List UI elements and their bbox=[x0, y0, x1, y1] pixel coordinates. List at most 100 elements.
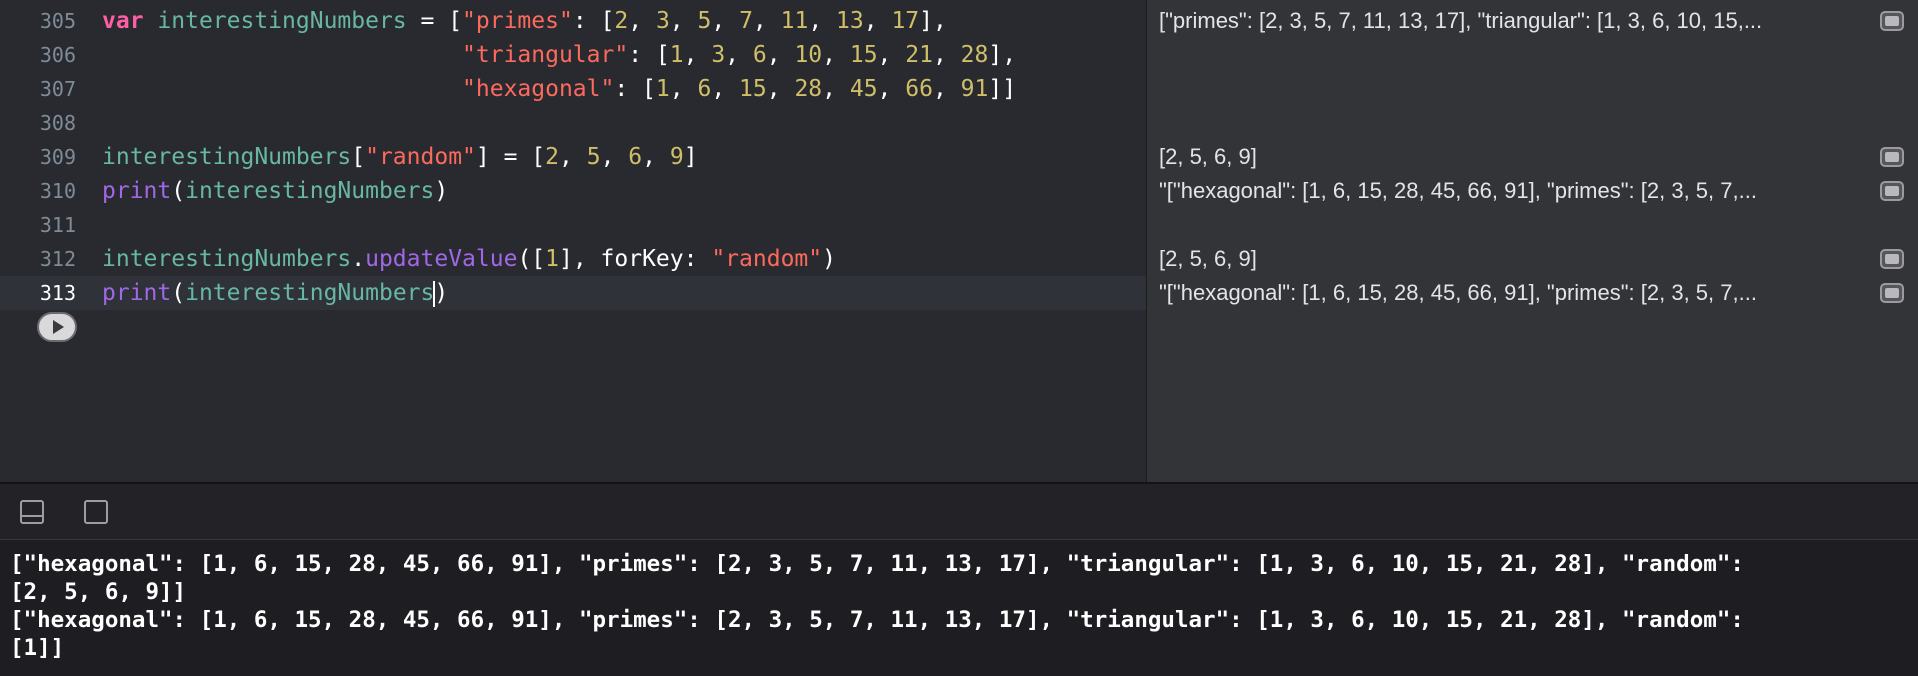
code-token: , bbox=[711, 76, 740, 102]
code-token: , bbox=[863, 8, 892, 34]
code-token: 6 bbox=[628, 144, 643, 170]
line-number: 307 bbox=[39, 77, 76, 101]
code-token: , bbox=[766, 42, 795, 68]
code-token: ) bbox=[434, 178, 449, 204]
code-token: , bbox=[932, 76, 961, 102]
show-panel-icon[interactable] bbox=[84, 500, 108, 524]
code-token: : [ bbox=[572, 8, 615, 34]
code-token: interestingNumbers bbox=[102, 144, 352, 170]
code-token: "random" bbox=[365, 144, 476, 170]
result-value: "["hexagonal": [1, 6, 15, 28, 45, 66, 91… bbox=[1159, 178, 1757, 203]
code-token: : [ bbox=[628, 42, 670, 68]
code-token: , bbox=[877, 42, 906, 68]
code-line[interactable]: 313 print(interestingNumbers) bbox=[0, 276, 1146, 310]
code-token: 2 bbox=[614, 8, 629, 34]
code-editor[interactable]: 305 var interestingNumbers = ["primes": [… bbox=[0, 0, 1146, 482]
code-token: , bbox=[683, 42, 712, 68]
code-text[interactable]: print(interestingNumbers) bbox=[102, 276, 448, 310]
quick-look-icon[interactable] bbox=[1880, 249, 1904, 269]
code-line[interactable]: 306 "triangular": [1, 3, 6, 10, 15, 21, … bbox=[0, 38, 1146, 72]
code-token: 5 bbox=[697, 8, 712, 34]
code-token: 1 bbox=[655, 76, 670, 102]
code-token: 9 bbox=[669, 144, 684, 170]
code-token: 91 bbox=[960, 76, 989, 102]
code-token: ], forKey: bbox=[559, 246, 712, 272]
code-token: , bbox=[822, 42, 850, 68]
code-line[interactable]: 309 interestingNumbers["random"] = [2, 5,… bbox=[0, 140, 1146, 174]
code-token: 15 bbox=[739, 76, 767, 102]
code-token: 5 bbox=[586, 144, 601, 170]
code-token: 6 bbox=[752, 42, 767, 68]
code-token: , bbox=[766, 76, 795, 102]
code-line[interactable]: 312 interestingNumbers.updateValue([1], f… bbox=[0, 242, 1146, 276]
code-text[interactable]: "hexagonal": [1, 6, 15, 28, 45, 66, 91]] bbox=[102, 72, 1016, 106]
code-text[interactable]: interestingNumbers.updateValue([1], forK… bbox=[102, 242, 836, 276]
code-token: ] = [ bbox=[475, 144, 546, 170]
code-token: ) bbox=[822, 246, 836, 272]
result-value: "["hexagonal": [1, 6, 15, 28, 45, 66, 91… bbox=[1159, 280, 1757, 305]
code-token: 2 bbox=[545, 144, 559, 170]
code-token: = [ bbox=[406, 8, 463, 34]
console-area[interactable]: ["hexagonal": [1, 6, 15, 28, 45, 66, 91]… bbox=[0, 540, 1918, 676]
code-token: , bbox=[559, 144, 587, 170]
quick-look-icon[interactable] bbox=[1880, 283, 1904, 303]
code-token: ]] bbox=[988, 76, 1017, 102]
play-icon bbox=[53, 320, 64, 334]
code-text[interactable]: var interestingNumbers = ["primes": [2, … bbox=[102, 4, 947, 38]
result-value: [2, 5, 6, 9] bbox=[1159, 144, 1257, 169]
code-token: 11 bbox=[780, 8, 809, 34]
code-token: , bbox=[669, 76, 698, 102]
code-line[interactable]: 305 var interestingNumbers = ["primes": [… bbox=[0, 4, 1146, 38]
result-value: ["primes": [2, 3, 5, 7, 11, 13, 17], "tr… bbox=[1159, 8, 1763, 33]
code-token: interestingNumbers bbox=[102, 246, 352, 272]
code-token: , bbox=[600, 144, 629, 170]
code-token: , bbox=[808, 8, 837, 34]
code-token: 1 bbox=[545, 246, 559, 272]
console-output: ["hexagonal": [1, 6, 15, 28, 45, 66, 91]… bbox=[10, 551, 1744, 661]
code-line[interactable]: 307 "hexagonal": [1, 6, 15, 28, 45, 66, … bbox=[0, 72, 1146, 106]
code-text[interactable]: "triangular": [1, 3, 6, 10, 15, 21, 28], bbox=[102, 38, 1016, 72]
code-token: ) bbox=[434, 280, 449, 306]
code-line[interactable]: 311 bbox=[0, 208, 1146, 242]
code-token: updateValue bbox=[365, 246, 518, 272]
code-token: interestingNumbers bbox=[185, 280, 435, 306]
code-token: 3 bbox=[655, 8, 670, 34]
code-text[interactable]: interestingNumbers["random"] = [2, 5, 6,… bbox=[102, 140, 698, 174]
code-token: 6 bbox=[697, 76, 712, 102]
code-token: print bbox=[102, 178, 172, 204]
quick-look-icon[interactable] bbox=[1880, 147, 1904, 167]
code-line[interactable]: 310 print(interestingNumbers) bbox=[0, 174, 1146, 208]
code-token: 13 bbox=[836, 8, 864, 34]
code-token: 28 bbox=[794, 76, 823, 102]
code-token: [ bbox=[351, 144, 366, 170]
code-token: , bbox=[711, 8, 740, 34]
results-sidebar: ["primes": [2, 3, 5, 7, 11, 13, 17], "tr… bbox=[1146, 0, 1918, 482]
line-number: 313 bbox=[39, 281, 76, 305]
code-token: 66 bbox=[905, 76, 933, 102]
code-token: . bbox=[351, 246, 366, 272]
line-number: 306 bbox=[39, 43, 76, 67]
result-value: [2, 5, 6, 9] bbox=[1159, 246, 1257, 271]
code-token: , bbox=[725, 42, 753, 68]
code-token: 15 bbox=[849, 42, 878, 68]
code-token: "hexagonal" bbox=[462, 76, 615, 102]
code-token: interestingNumbers bbox=[185, 178, 435, 204]
code-token: "primes" bbox=[462, 8, 573, 34]
code-token: , bbox=[822, 76, 850, 102]
code-token: , bbox=[669, 8, 698, 34]
line-number: 310 bbox=[39, 179, 76, 203]
code-token: 3 bbox=[711, 42, 726, 68]
code-token: ] bbox=[683, 144, 698, 170]
code-token: ], bbox=[988, 42, 1017, 68]
code-token: , bbox=[877, 76, 906, 102]
line-number: 309 bbox=[39, 145, 76, 169]
code-text[interactable]: print(interestingNumbers) bbox=[102, 174, 448, 208]
run-button[interactable] bbox=[37, 312, 77, 342]
code-line[interactable]: 308 bbox=[0, 106, 1146, 140]
hide-debug-area-icon[interactable] bbox=[20, 500, 44, 524]
quick-look-icon[interactable] bbox=[1880, 11, 1904, 31]
quick-look-icon[interactable] bbox=[1880, 181, 1904, 201]
